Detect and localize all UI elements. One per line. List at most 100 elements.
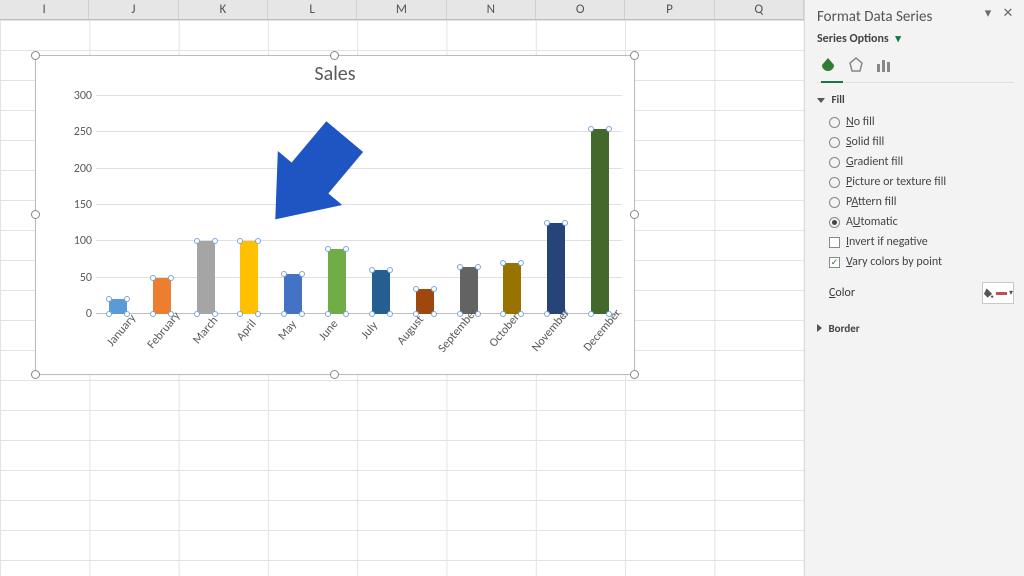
col-header[interactable]: I: [0, 0, 89, 19]
resize-handle[interactable]: [630, 210, 639, 219]
col-header[interactable]: O: [536, 0, 625, 19]
radio-label: Solid fill: [846, 135, 884, 149]
data-point-handle[interactable]: [606, 126, 612, 132]
data-point-handle[interactable]: [518, 260, 524, 266]
data-point-handle[interactable]: [413, 286, 419, 292]
data-point-handle[interactable]: [255, 238, 261, 244]
picture-fill-radio[interactable]: Picture or texture fill: [817, 172, 1014, 192]
data-point-handle[interactable]: [588, 311, 594, 317]
data-point-handle[interactable]: [500, 260, 506, 266]
resize-handle[interactable]: [630, 51, 639, 60]
chevron-down-icon: ▾: [891, 32, 901, 45]
data-point-handle[interactable]: [281, 311, 287, 317]
data-bar[interactable]: [197, 241, 215, 314]
data-point-handle[interactable]: [168, 275, 174, 281]
solid-fill-radio[interactable]: Solid fill: [817, 132, 1014, 152]
radio-label: PAttern fill: [846, 195, 896, 209]
chart-title[interactable]: Sales: [36, 56, 634, 86]
data-bar[interactable]: [503, 263, 521, 314]
col-header[interactable]: Q: [715, 0, 804, 19]
data-point-handle[interactable]: [124, 296, 130, 302]
data-point-handle[interactable]: [106, 296, 112, 302]
data-point-handle[interactable]: [369, 267, 375, 273]
bar-series[interactable]: [96, 96, 622, 314]
data-point-handle[interactable]: [544, 311, 550, 317]
data-point-handle[interactable]: [106, 311, 112, 317]
data-point-handle[interactable]: [212, 238, 218, 244]
automatic-radio[interactable]: AUtomatic: [817, 212, 1014, 232]
series-options-dropdown[interactable]: Series Options ▾: [817, 32, 1014, 50]
border-label: Border: [829, 322, 860, 335]
resize-handle[interactable]: [31, 51, 40, 60]
y-tick: 50: [80, 271, 92, 285]
bar-slot: [578, 96, 622, 314]
col-header[interactable]: L: [268, 0, 357, 19]
data-bar[interactable]: [284, 274, 302, 314]
bar-slot: [359, 96, 403, 314]
data-point-handle[interactable]: [150, 275, 156, 281]
data-point-handle[interactable]: [457, 264, 463, 270]
data-bar[interactable]: [547, 223, 565, 314]
gradient-fill-radio[interactable]: Gradient fill: [817, 152, 1014, 172]
fill-line-icon[interactable]: [817, 54, 839, 76]
data-point-handle[interactable]: [500, 311, 506, 317]
series-options-icon[interactable]: [873, 54, 895, 76]
format-data-series-pane: ▾ ✕ Format Data Series Series Options ▾ …: [804, 0, 1024, 576]
data-point-handle[interactable]: [237, 311, 243, 317]
data-point-handle[interactable]: [562, 220, 568, 226]
data-point-handle[interactable]: [588, 126, 594, 132]
checkbox-label: Vary colors by point: [846, 255, 942, 269]
data-bar[interactable]: [109, 299, 127, 314]
resize-handle[interactable]: [630, 370, 639, 379]
data-point-handle[interactable]: [325, 246, 331, 252]
color-picker-button[interactable]: ▾: [982, 282, 1014, 304]
x-axis: JanuaryFebruaryMarchAprilMayJuneJulyAugu…: [96, 318, 622, 368]
pattern-fill-radio[interactable]: PAttern fill: [817, 192, 1014, 212]
data-point-handle[interactable]: [299, 271, 305, 277]
data-point-handle[interactable]: [150, 311, 156, 317]
resize-handle[interactable]: [31, 370, 40, 379]
no-fill-radio[interactable]: No fill: [817, 112, 1014, 132]
bar-slot: [184, 96, 228, 314]
data-point-handle[interactable]: [194, 238, 200, 244]
close-icon[interactable]: ✕: [1000, 6, 1016, 22]
col-header[interactable]: M: [357, 0, 446, 19]
data-point-handle[interactable]: [194, 311, 200, 317]
pane-menu-icon[interactable]: ▾: [980, 6, 996, 22]
data-point-handle[interactable]: [387, 267, 393, 273]
fill-header[interactable]: Fill: [817, 93, 1014, 112]
vary-colors-checkbox[interactable]: ✓ Vary colors by point: [817, 252, 1014, 272]
y-tick: 300: [74, 89, 92, 103]
data-bar[interactable]: [240, 241, 258, 314]
data-bar[interactable]: [328, 249, 346, 314]
col-header[interactable]: N: [447, 0, 536, 19]
border-header[interactable]: Border: [817, 322, 1014, 341]
data-point-handle[interactable]: [431, 286, 437, 292]
plot-area[interactable]: [96, 96, 622, 314]
data-point-handle[interactable]: [431, 311, 437, 317]
bar-slot: [140, 96, 184, 314]
data-point-handle[interactable]: [237, 238, 243, 244]
color-row: Color ▾: [817, 272, 1014, 312]
data-bar[interactable]: [372, 270, 390, 314]
resize-handle[interactable]: [330, 370, 339, 379]
data-bar[interactable]: [153, 278, 171, 314]
data-point-handle[interactable]: [387, 311, 393, 317]
data-point-handle[interactable]: [544, 220, 550, 226]
col-header[interactable]: J: [89, 0, 178, 19]
y-axis: 0 50 100 150 200 250 300: [56, 96, 96, 314]
col-header[interactable]: P: [625, 0, 714, 19]
data-point-handle[interactable]: [475, 264, 481, 270]
col-header[interactable]: K: [179, 0, 268, 19]
data-point-handle[interactable]: [281, 271, 287, 277]
chart-object[interactable]: Sales 0 50 100 150 200 250 300 JanuaryFe…: [35, 55, 635, 375]
radio-icon: [829, 157, 840, 168]
effects-icon[interactable]: [845, 54, 867, 76]
resize-handle[interactable]: [31, 210, 40, 219]
data-bar[interactable]: [591, 129, 609, 314]
y-tick: 250: [74, 125, 92, 139]
resize-handle[interactable]: [330, 51, 339, 60]
data-point-handle[interactable]: [343, 246, 349, 252]
bar-slot: [271, 96, 315, 314]
invert-negative-checkbox[interactable]: Invert if negative: [817, 232, 1014, 252]
